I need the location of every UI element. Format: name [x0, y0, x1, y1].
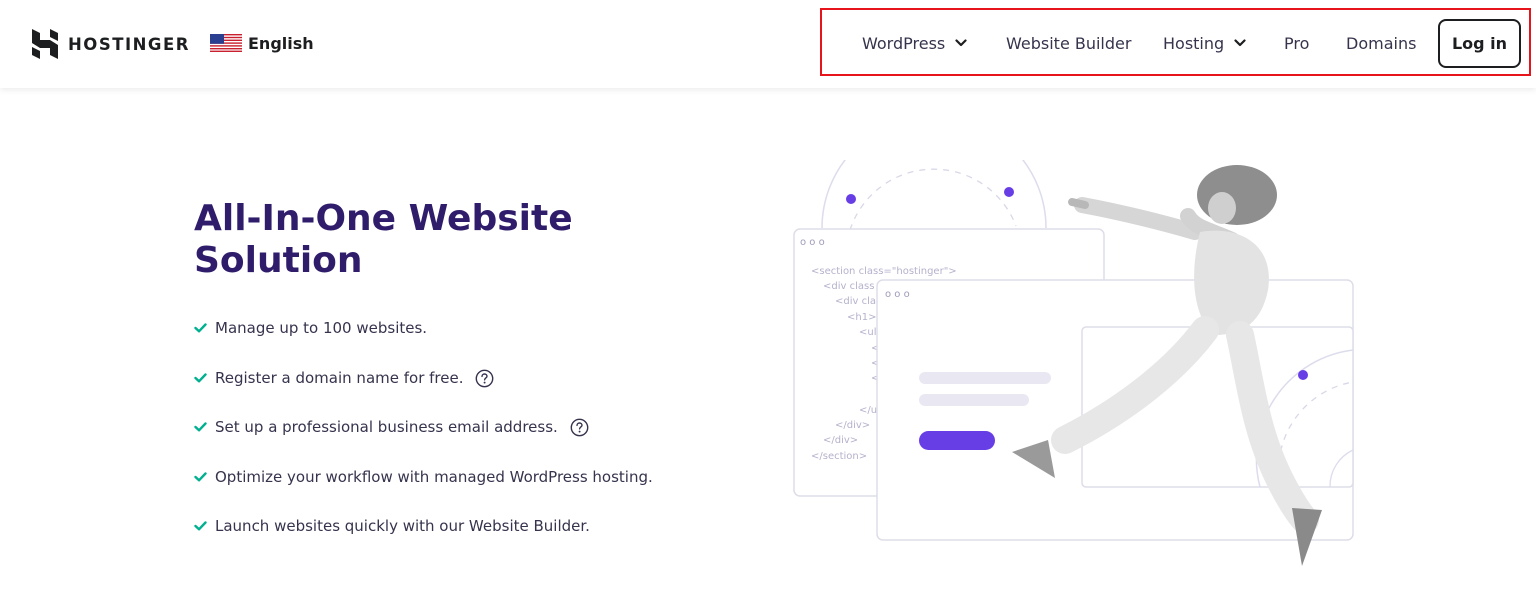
site-header: HOSTINGER English WordPress Website Buil…	[0, 0, 1536, 88]
nav-pro-label: Pro	[1284, 33, 1310, 53]
accent-dot	[1004, 187, 1014, 197]
brand-name: HOSTINGER	[68, 34, 190, 54]
us-flag-icon	[210, 34, 242, 52]
chevron-down-icon	[1234, 39, 1246, 47]
placeholder-line	[919, 372, 1051, 384]
nav-hosting-label: Hosting	[1163, 33, 1225, 53]
feature-item: Register a domain name for free.	[194, 366, 494, 390]
hero-title: All-In-One Website Solution	[194, 198, 634, 282]
placeholder-button	[919, 431, 995, 450]
check-icon	[194, 373, 207, 383]
code-line: <div cla	[835, 296, 876, 307]
hostinger-logo-icon	[32, 29, 58, 59]
feature-text: Manage up to 100 websites.	[215, 319, 428, 337]
nav-wordpress-label: WordPress	[862, 33, 946, 53]
feature-item: Set up a professional business email add…	[194, 415, 589, 439]
hostinger-logo[interactable]: HOSTINGER	[32, 28, 190, 60]
check-icon	[194, 472, 207, 482]
nav-domains-label: Domains	[1346, 33, 1417, 53]
code-line: </section>	[811, 451, 867, 462]
check-icon	[194, 521, 207, 531]
code-line: <ul	[859, 327, 877, 338]
nav-website-builder-label: Website Builder	[1006, 33, 1132, 53]
nav-wordpress[interactable]: WordPress	[862, 29, 967, 57]
check-icon	[194, 422, 207, 432]
feature-item: Optimize your workflow with managed Word…	[194, 465, 653, 489]
window-dots: o o o	[885, 289, 910, 300]
hero-illustration: o o o <section class="hostinger"> <div c…	[793, 160, 1354, 566]
feature-text: Register a domain name for free.	[215, 369, 464, 387]
code-line: </div>	[835, 420, 870, 431]
feature-text: Launch websites quickly with our Website…	[215, 517, 590, 535]
feature-text: Set up a professional business email add…	[215, 418, 558, 436]
accent-dot	[1298, 370, 1308, 380]
help-circle-icon[interactable]	[570, 418, 589, 437]
nav-hosting[interactable]: Hosting	[1163, 29, 1246, 57]
feature-item: Manage up to 100 websites.	[194, 316, 427, 340]
chevron-down-icon	[955, 39, 967, 47]
code-line: </div>	[823, 435, 858, 446]
window-dots: o o o	[800, 237, 825, 248]
arc-decoration	[849, 168, 1017, 231]
nav-website-builder[interactable]: Website Builder	[1006, 29, 1131, 57]
check-icon	[194, 323, 207, 333]
hero-title-line-2: Solution	[194, 240, 363, 281]
hero-title-line-1: All-In-One Website	[194, 198, 573, 239]
placeholder-line	[919, 394, 1029, 406]
help-circle-icon[interactable]	[475, 369, 494, 388]
feature-text: Optimize your workflow with managed Word…	[215, 468, 653, 486]
code-line: <div class	[823, 281, 874, 292]
feature-item: Launch websites quickly with our Website…	[194, 514, 590, 538]
language-label: English	[248, 33, 314, 53]
code-line: <section class="hostinger">	[811, 266, 957, 277]
login-button[interactable]: Log in	[1438, 19, 1521, 68]
code-line: </u	[859, 405, 877, 416]
accent-dot	[846, 194, 856, 204]
nav-domains[interactable]: Domains	[1346, 29, 1416, 57]
nav-pro[interactable]: Pro	[1284, 29, 1309, 57]
code-line: <h1>	[847, 312, 876, 323]
language-selector[interactable]: English	[210, 31, 314, 55]
